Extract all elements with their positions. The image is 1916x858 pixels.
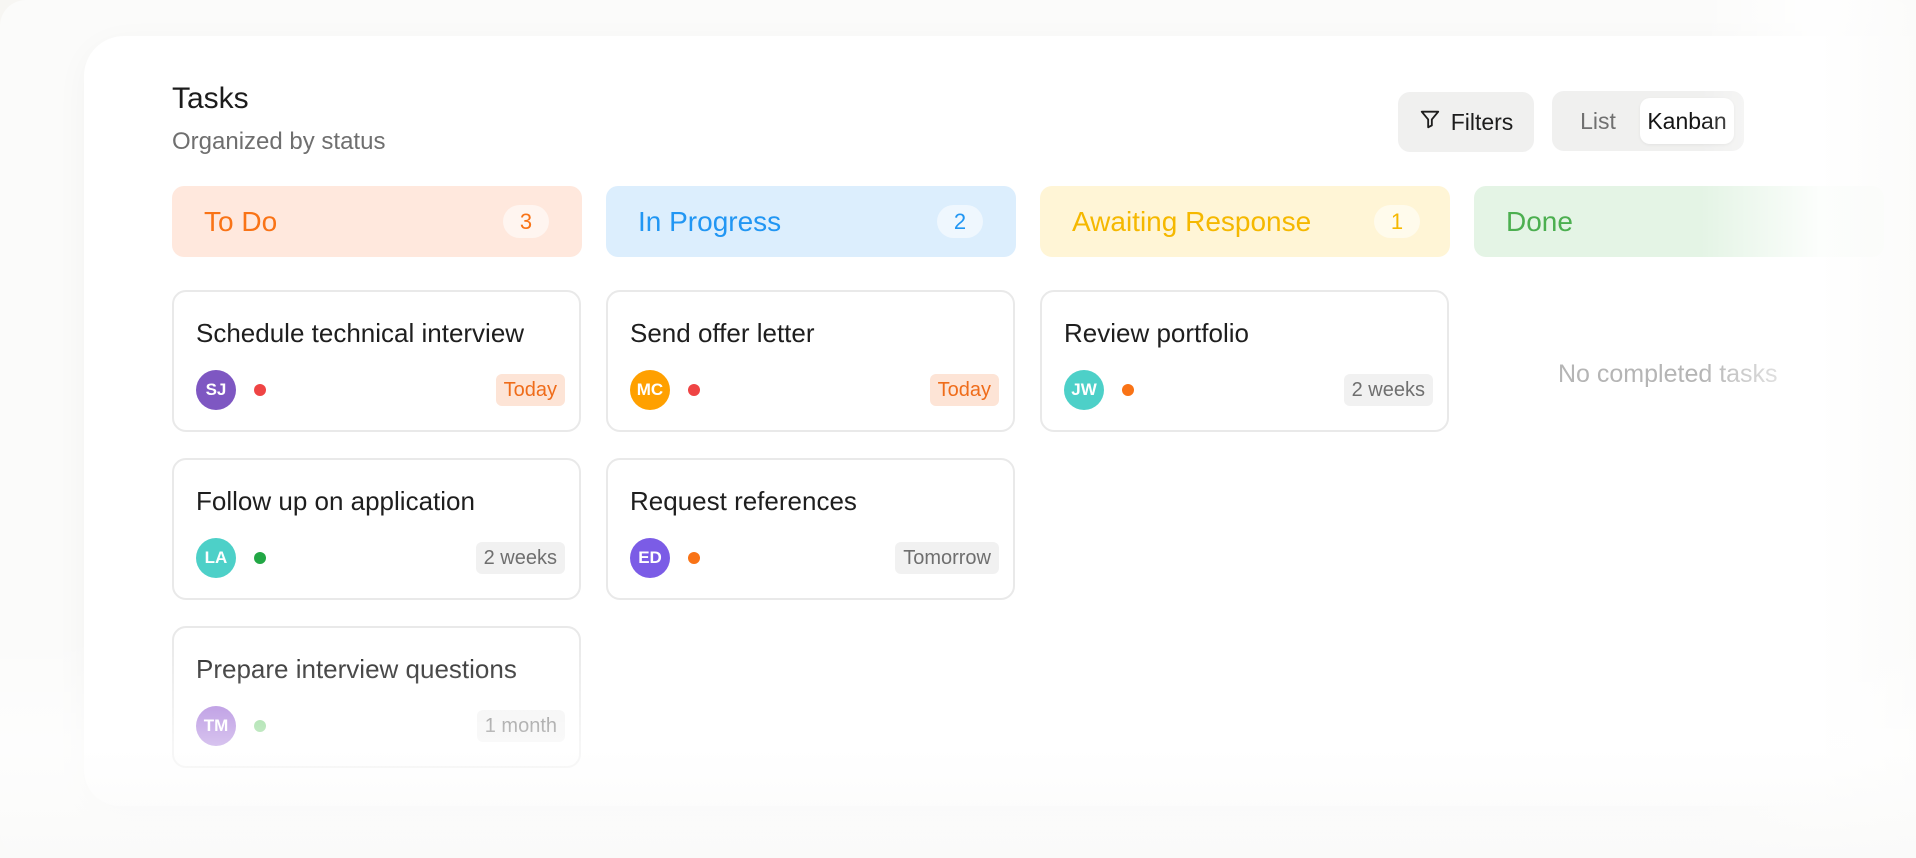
assignee-avatar: TM: [196, 706, 236, 746]
column-title: Awaiting Response: [1072, 206, 1312, 237]
priority-dot: [1122, 384, 1134, 396]
task-title: Request references: [630, 486, 857, 516]
column-header-awaiting-response[interactable]: Awaiting Response 1: [1040, 186, 1450, 257]
view-toggle: List Kanban: [1552, 91, 1744, 151]
column-title: To Do: [204, 206, 278, 237]
task-card[interactable]: Request references ED Tomorrow: [606, 458, 1015, 600]
assignee-avatar: LA: [196, 538, 236, 578]
priority-dot: [254, 552, 266, 564]
page-title: Tasks: [172, 82, 249, 115]
task-title: Send offer letter: [630, 318, 815, 348]
assignee-avatar: JW: [1064, 370, 1104, 410]
column-count-badge: 3: [503, 205, 549, 238]
view-kanban-tab[interactable]: Kanban: [1640, 98, 1734, 144]
due-badge: 2 weeks: [475, 542, 565, 574]
priority-dot: [688, 552, 700, 564]
column-count-badge: 1: [1374, 205, 1420, 238]
filters-label: Filters: [1450, 108, 1514, 135]
due-badge: Today: [495, 374, 565, 406]
task-title: Review portfolio: [1064, 318, 1249, 348]
task-card[interactable]: Send offer letter MC Today: [606, 290, 1015, 432]
column-title: In Progress: [638, 206, 782, 237]
task-card[interactable]: Schedule technical interview SJ Today: [172, 290, 581, 432]
task-card[interactable]: Follow up on application LA 2 weeks: [172, 458, 581, 600]
assignee-avatar: SJ: [196, 370, 236, 410]
filters-button[interactable]: Filters: [1398, 92, 1534, 152]
done-empty-state: No completed tasks: [1558, 360, 1778, 388]
due-badge: Today: [929, 374, 999, 406]
priority-dot: [254, 384, 266, 396]
column-title: Done: [1506, 206, 1573, 237]
column-header-todo[interactable]: To Do 3: [172, 186, 582, 257]
task-card[interactable]: Prepare interview questions TM 1 month: [172, 626, 581, 768]
task-title: Follow up on application: [196, 486, 475, 516]
assignee-avatar: ED: [630, 538, 670, 578]
due-badge: 2 weeks: [1343, 374, 1433, 406]
column-count-badge: 2: [937, 205, 983, 238]
task-title: Prepare interview questions: [196, 654, 517, 684]
task-title: Schedule technical interview: [196, 318, 525, 348]
due-badge: Tomorrow: [895, 542, 999, 574]
assignee-avatar: MC: [630, 370, 670, 410]
filter-icon: [1419, 108, 1441, 136]
page-subtitle: Organized by status: [172, 128, 386, 155]
column-header-in-progress[interactable]: In Progress 2: [606, 186, 1016, 257]
task-card[interactable]: Review portfolio JW 2 weeks: [1040, 290, 1449, 432]
column-header-done[interactable]: Done: [1474, 186, 1884, 257]
priority-dot: [254, 720, 266, 732]
view-list-tab[interactable]: List: [1564, 101, 1632, 141]
due-badge: 1 month: [476, 710, 565, 742]
priority-dot: [688, 384, 700, 396]
